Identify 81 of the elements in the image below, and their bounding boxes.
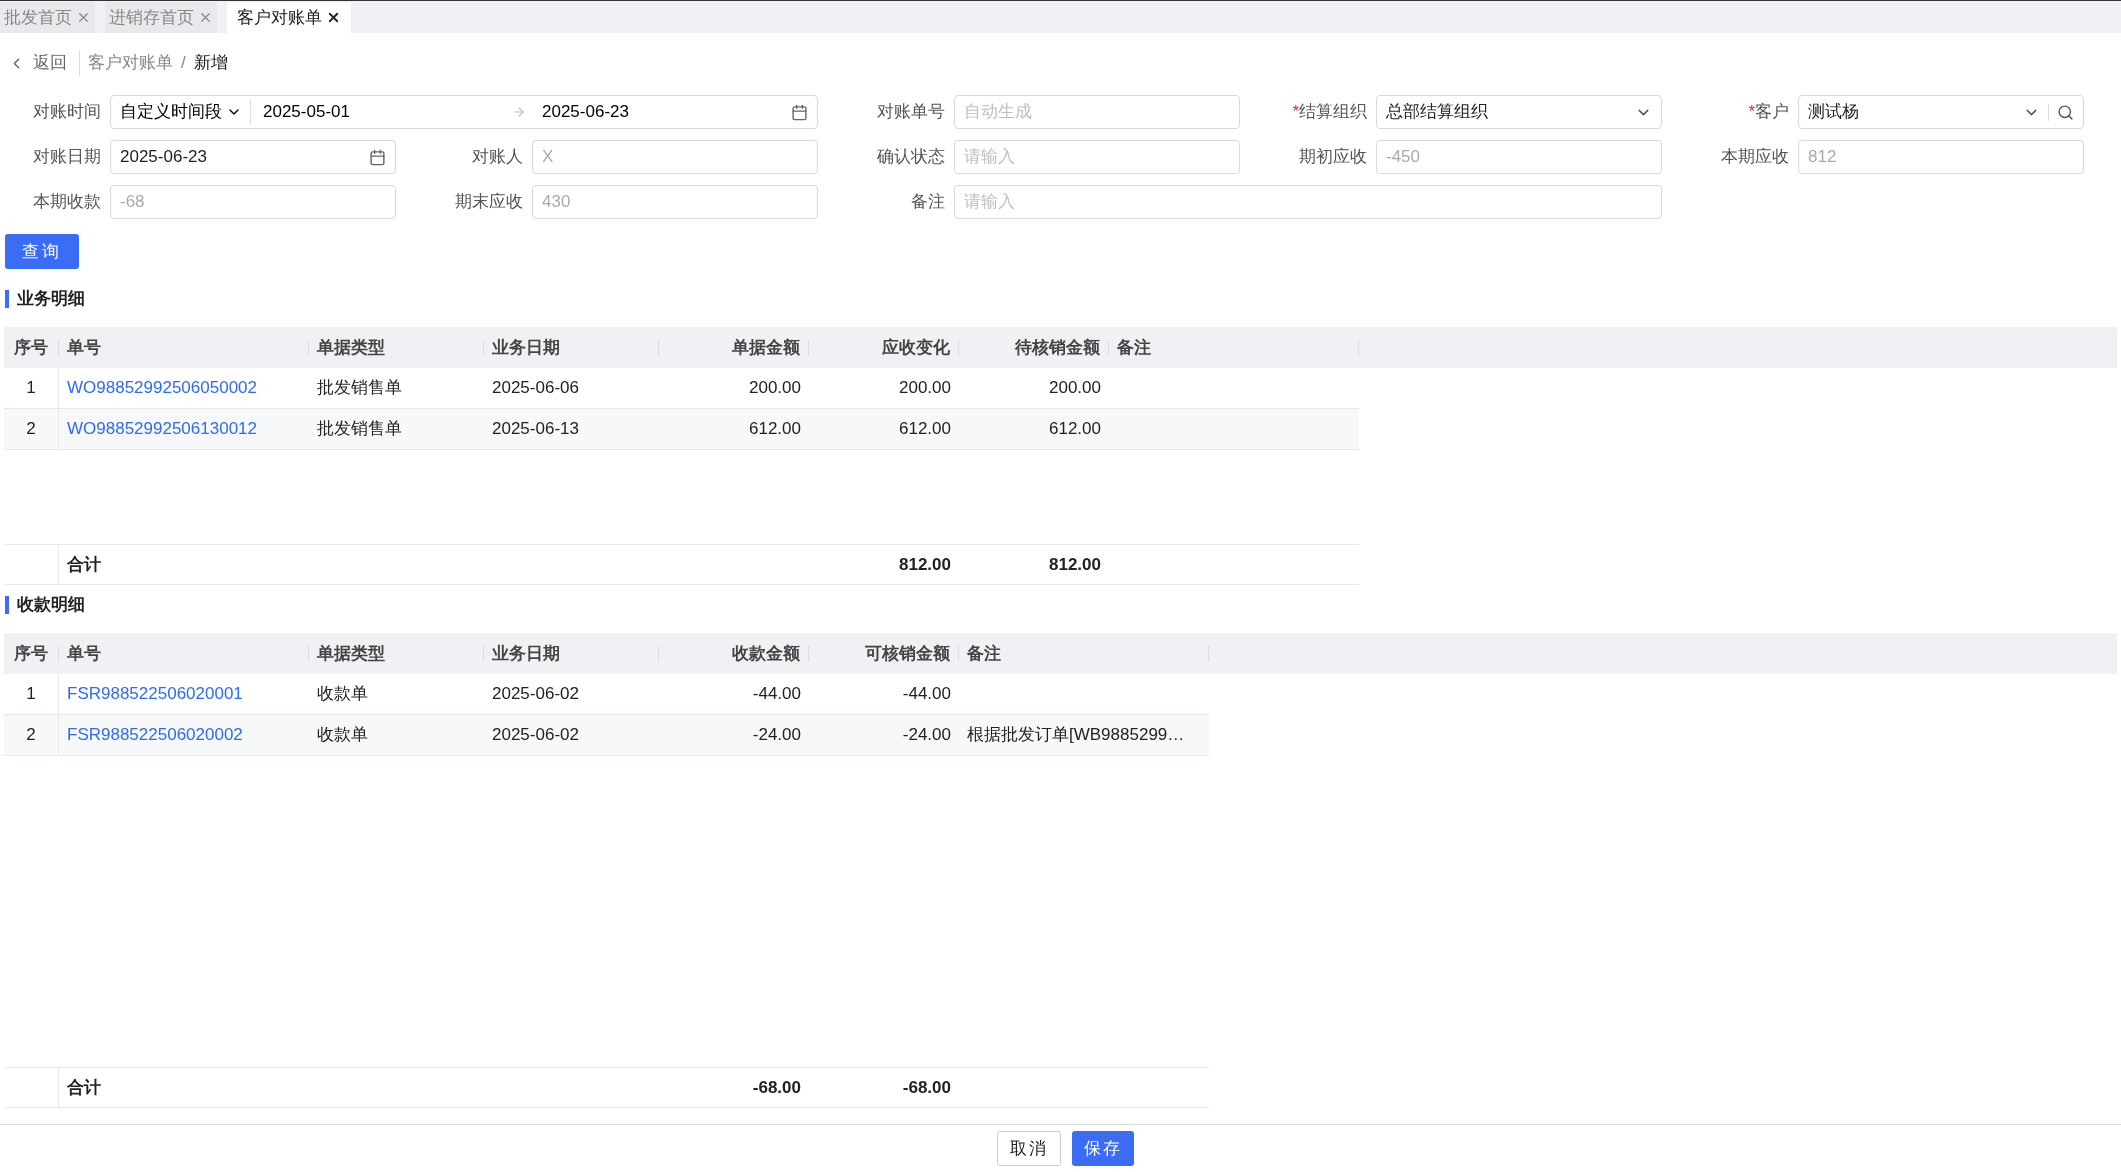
table-cell-text: 收款单 <box>316 724 369 747</box>
field-label: 期初应收 <box>1298 146 1368 169</box>
table-cell-text: -24.00 <box>901 724 952 747</box>
field-label: 本期收款 <box>32 191 102 214</box>
save-button[interactable]: 保存 <box>1072 1131 1134 1166</box>
section-title: 业务明细 <box>17 288 85 311</box>
table-cell-text: 1 <box>25 683 37 706</box>
summary-cell-text: 812.00 <box>1048 553 1102 576</box>
summary-cell-text: -68.00 <box>901 1076 952 1099</box>
field-label: 确认状态 <box>876 146 946 169</box>
tab[interactable]: 客户对账单 <box>227 2 351 33</box>
table-cell-text: -44.00 <box>901 683 952 706</box>
calendar-icon <box>369 148 386 166</box>
summary-cell-text: -68.00 <box>751 1076 802 1099</box>
field-label: 对账单号 <box>876 101 946 124</box>
tab[interactable]: 批发首页 <box>0 2 95 33</box>
field-label: 对账日期 <box>32 146 102 169</box>
table-cell-text: 根据批发订单[WB9885299… <box>966 724 1186 747</box>
table-cell-text: 612.00 <box>1048 418 1102 441</box>
table-cell-text: 200.00 <box>898 377 952 400</box>
search-icon[interactable] <box>2057 103 2074 121</box>
arrow-icon <box>512 105 526 119</box>
date-range-field[interactable]: 自定义时间段 2025-05-01 2025-06-23 <box>110 95 818 129</box>
column-header: 业务日期 <box>491 336 561 359</box>
table-cell-text: 批发销售单 <box>316 377 403 400</box>
breadcrumb-separator: / <box>181 52 186 75</box>
table-cell-text: 612.00 <box>748 418 802 441</box>
column-header: 单据类型 <box>316 642 386 665</box>
date-field[interactable]: 2025-06-23 <box>110 140 396 174</box>
field-label: 本期应收 <box>1720 146 1790 169</box>
field-label: 对账人 <box>471 146 524 169</box>
column-header: 序号 <box>13 336 49 359</box>
field-label: 期末应收 <box>454 191 524 214</box>
column-header: 可核销金额 <box>864 642 951 665</box>
field-label: 备注 <box>910 191 946 214</box>
field-label: *结算组织 <box>1291 101 1368 124</box>
column-header: 应收变化 <box>881 336 951 359</box>
field-label: 对账时间 <box>32 101 102 124</box>
breadcrumb-item[interactable]: 客户对账单 <box>88 50 173 76</box>
document-link[interactable]: FSR988522506020001 <box>59 681 309 707</box>
document-link[interactable]: WO98852992506050002 <box>59 375 309 401</box>
back-button[interactable]: 返回 <box>8 50 80 76</box>
table-cell-text: 收款单 <box>316 683 369 706</box>
field-label: *客户 <box>1747 101 1790 124</box>
section-title: 收款明细 <box>17 594 85 617</box>
column-header: 序号 <box>13 642 49 665</box>
select-field[interactable]: 总部结算组织 <box>1376 95 1662 129</box>
table-cell-text: -44.00 <box>751 683 802 706</box>
column-header: 备注 <box>966 642 1002 665</box>
column-header: 单号 <box>66 642 102 665</box>
table-cell-text: 批发销售单 <box>316 418 403 441</box>
column-header: 单号 <box>66 336 102 359</box>
column-header: 单据金额 <box>731 336 801 359</box>
table-cell-text: 1 <box>25 377 37 400</box>
close-icon[interactable] <box>326 10 341 25</box>
table-cell-text: 200.00 <box>748 377 802 400</box>
summary-label: 合计 <box>66 553 102 576</box>
table-cell-text: 2025-06-02 <box>491 683 580 706</box>
table-cell-text: 612.00 <box>898 418 952 441</box>
breadcrumb-item: 新增 <box>193 52 228 75</box>
table-cell-text: 200.00 <box>1048 377 1102 400</box>
select-field[interactable]: 测试杨 <box>1798 95 2084 129</box>
table-cell-text: 2025-06-06 <box>491 377 580 400</box>
column-header: 收款金额 <box>731 642 801 665</box>
table-cell-text: -24.00 <box>751 724 802 747</box>
column-header: 单据类型 <box>316 336 386 359</box>
cancel-button[interactable]: 取消 <box>997 1131 1061 1166</box>
summary-cell-text: 812.00 <box>898 553 952 576</box>
table-cell-text: 2 <box>25 724 37 747</box>
table-cell-text: 2025-06-13 <box>491 418 580 441</box>
query-button[interactable]: 查询 <box>5 234 79 269</box>
table-cell-text: 2 <box>25 418 37 441</box>
tab[interactable]: 进销存首页 <box>105 2 217 33</box>
table-cell-text: 2025-06-02 <box>491 724 580 747</box>
summary-label: 合计 <box>66 1076 102 1099</box>
calendar-icon <box>791 103 808 121</box>
column-header: 业务日期 <box>491 642 561 665</box>
document-link[interactable]: FSR988522506020002 <box>59 722 309 748</box>
column-header: 待核销金额 <box>1014 336 1101 359</box>
column-header: 备注 <box>1116 336 1152 359</box>
document-link[interactable]: WO98852992506130012 <box>59 416 309 442</box>
